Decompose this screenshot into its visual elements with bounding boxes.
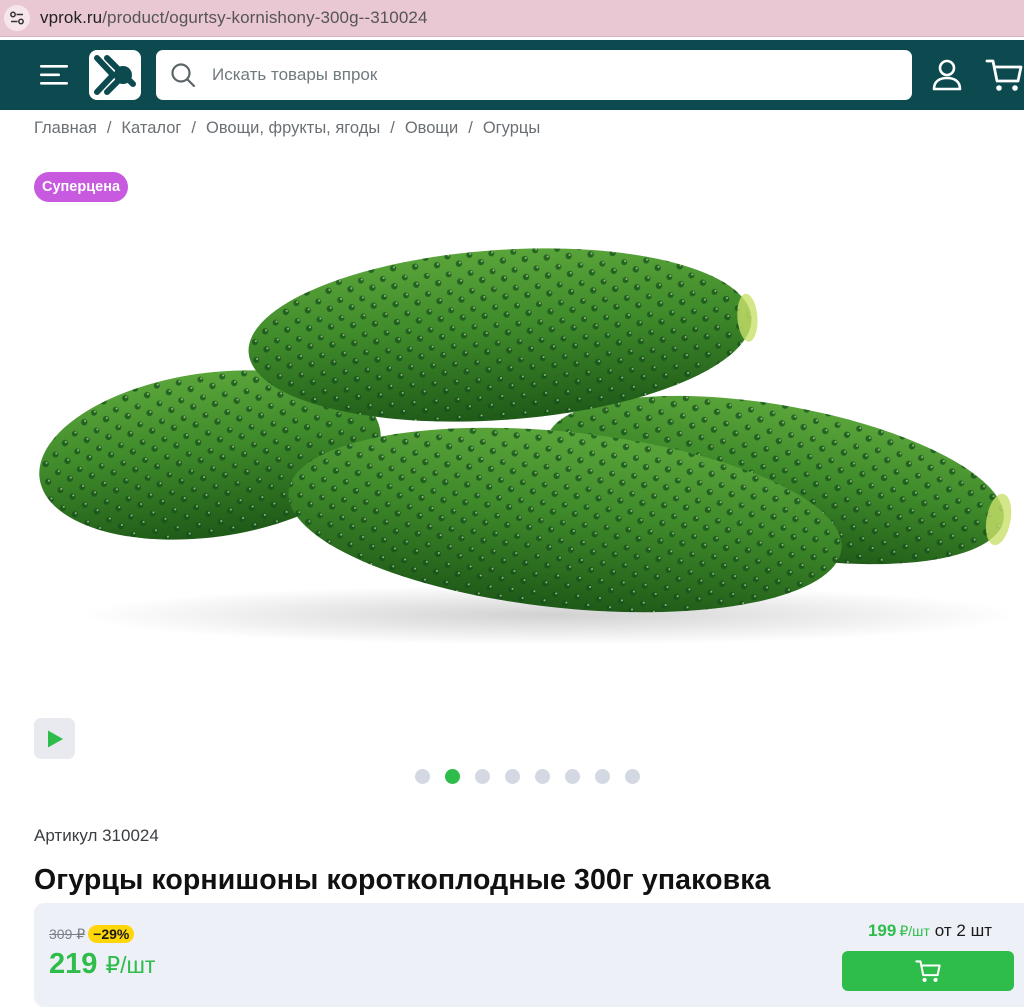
price-unit: ₽/шт — [105, 952, 156, 978]
breadcrumb-separator: / — [468, 119, 473, 137]
product-sku: Артикул 310024 — [34, 826, 159, 845]
hamburger-menu-icon[interactable] — [40, 64, 70, 86]
search-input[interactable] — [212, 65, 912, 85]
breadcrumb-separator: / — [106, 119, 112, 137]
play-video-button[interactable] — [34, 718, 75, 759]
carousel-dot-active[interactable] — [445, 769, 460, 784]
carousel-dot[interactable] — [475, 769, 490, 784]
old-price: 309 ₽ — [49, 925, 86, 942]
breadcrumb-vegetables[interactable]: Овощи — [405, 119, 458, 138]
cart-icon — [915, 960, 941, 982]
carousel-dot[interactable] — [565, 769, 580, 784]
add-to-cart-button[interactable] — [842, 951, 1014, 991]
play-icon — [47, 730, 63, 747]
bulk-price: 199 — [867, 921, 897, 940]
breadcrumb-vegetables-fruits[interactable]: Овощи, фрукты, ягоды — [206, 119, 380, 138]
superprice-badge: Суперцена — [34, 172, 129, 202]
bulk-price-offer: 199 ₽/шт от 2 шт — [868, 921, 992, 941]
price-panel: 309 ₽ −29% 219 ₽/шт 199 ₽/шт от 2 шт — [34, 903, 1024, 1007]
carousel-dot[interactable] — [595, 769, 610, 784]
url-text[interactable]: vprok.ru/product/ogurtsy-kornishony-300g… — [40, 8, 428, 28]
bulk-condition: от 2 шт — [934, 921, 992, 940]
site-header — [0, 40, 1024, 110]
breadcrumb-home[interactable]: Главная — [34, 119, 97, 138]
bulk-unit: ₽/шт — [899, 923, 930, 939]
current-price: 219 ₽/шт — [49, 948, 155, 981]
price-value: 219 — [49, 948, 98, 980]
carousel-dot[interactable] — [505, 769, 520, 784]
breadcrumb-separator: / — [191, 119, 196, 137]
cart-icon[interactable] — [984, 56, 1024, 94]
tune-icon[interactable] — [4, 5, 30, 31]
search-icon[interactable] — [170, 62, 196, 88]
url-host: vprok.ru — [40, 8, 103, 27]
carousel-dot[interactable] — [625, 769, 640, 784]
search-bar[interactable] — [156, 50, 912, 100]
discount-badge: −29% — [88, 925, 135, 943]
product-title: Огурцы корнишоны короткоплодные 300г упа… — [34, 864, 771, 896]
vprok-logo[interactable] — [89, 50, 141, 100]
breadcrumb-catalog[interactable]: Каталог — [121, 119, 181, 138]
carousel-dots — [415, 769, 640, 784]
url-path: /product/ogurtsy-kornishony-300g--310024 — [102, 8, 428, 27]
breadcrumb: Главная / Каталог / Овощи, фрукты, ягоды… — [34, 119, 540, 138]
old-price-row: 309 ₽ −29% — [49, 925, 135, 943]
user-icon[interactable] — [930, 58, 964, 92]
breadcrumb-separator: / — [390, 119, 395, 137]
browser-address-bar[interactable]: vprok.ru/product/ogurtsy-kornishony-300g… — [0, 0, 1024, 37]
breadcrumb-cucumbers[interactable]: Огурцы — [483, 119, 540, 138]
product-image[interactable] — [30, 230, 1020, 650]
carousel-dot[interactable] — [415, 769, 430, 784]
carousel-dot[interactable] — [535, 769, 550, 784]
